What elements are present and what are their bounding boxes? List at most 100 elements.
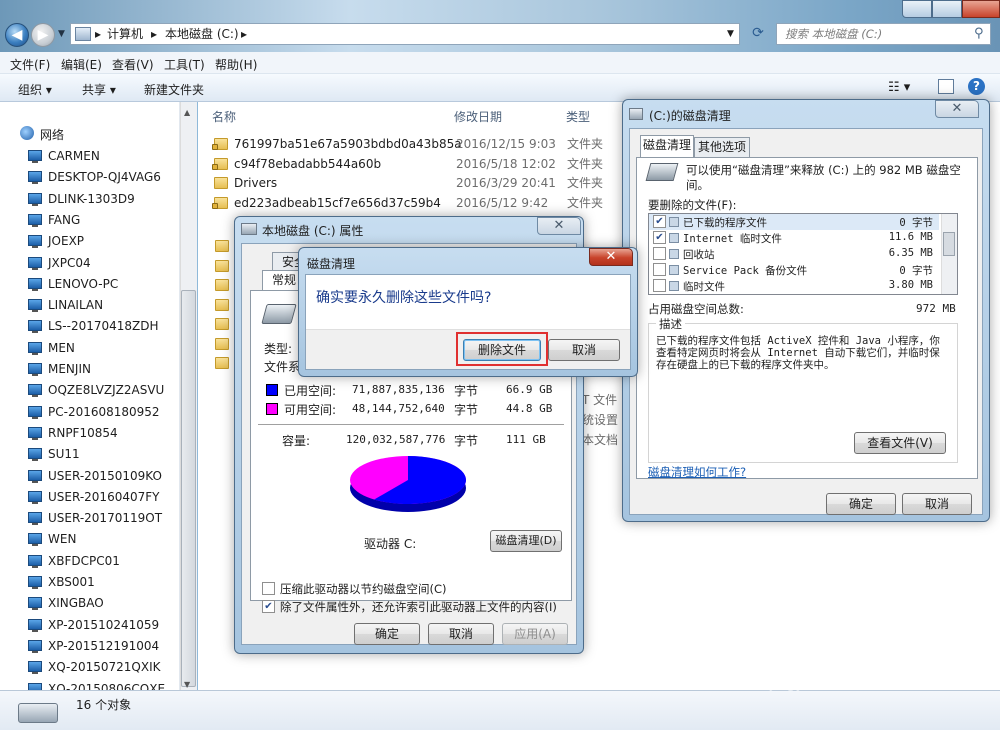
tab-disk-cleanup[interactable]: 磁盘清理 [640, 135, 694, 157]
help-icon[interactable]: ? [968, 78, 985, 95]
preview-pane-icon[interactable] [938, 79, 954, 94]
share-button[interactable]: 共享 ▾ [82, 81, 116, 98]
cleanup-item-checkbox[interactable] [653, 263, 666, 276]
menu-help[interactable]: 帮助(H) [215, 56, 257, 73]
cancel-button[interactable]: 取消 [902, 493, 972, 515]
sidebar-item-label: USER-20150109KO [48, 468, 162, 483]
cleanup-item[interactable]: 回收站 6.35 MB [649, 246, 939, 262]
sidebar-item-computer[interactable]: LS--20170418ZDH [28, 316, 178, 336]
computer-icon [28, 405, 42, 419]
sidebar-item-computer[interactable]: MEN [28, 338, 178, 358]
cleanup-item[interactable]: Service Pack 备份文件 0 字节 [649, 262, 939, 278]
sidebar-item-computer[interactable]: MENJIN [28, 359, 178, 379]
file-type: 文件夹 [567, 176, 604, 190]
folder-icon [215, 240, 229, 252]
files-to-delete-list[interactable]: ✔ 已下载的程序文件 0 字节 ✔ Internet 临时文件 11.6 MB 回收站 6.3… [648, 213, 958, 295]
sidebar-item-computer[interactable]: USER-20150109KO [28, 466, 178, 486]
cancel-button[interactable]: 取消 [548, 339, 620, 361]
sidebar-item-label: MEN [48, 340, 75, 355]
nav-network[interactable]: 网络 [40, 126, 64, 143]
cleanup-item[interactable]: 临时文件 3.80 MB [649, 278, 939, 294]
sidebar-item-computer[interactable]: USER-20170119OT [28, 508, 178, 528]
new-folder-button[interactable]: 新建文件夹 [144, 81, 204, 98]
sidebar-item-computer[interactable]: XINGBAO [28, 593, 178, 613]
column-date[interactable]: 修改日期 [454, 108, 502, 125]
sidebar-item-computer[interactable]: JOEXP [28, 231, 178, 251]
cleanup-item-checkbox[interactable] [653, 279, 666, 292]
how-cleanup-works-link[interactable]: 磁盘清理如何工作? [648, 464, 746, 480]
forward-button[interactable]: ▶ [31, 23, 55, 47]
close-icon[interactable]: ✕ [589, 248, 633, 266]
cleanup-item[interactable]: ✔ 已下载的程序文件 0 字节 [649, 214, 939, 230]
sidebar-item-computer[interactable]: XBFDCPC01 [28, 551, 178, 571]
file-row[interactable]: ed223adbeab15cf7e656d37c59b4 2016/5/12 9:… [212, 193, 614, 213]
list-scroll-thumb[interactable] [943, 232, 955, 256]
apply-button[interactable]: 应用(A) [502, 623, 568, 645]
sidebar-item-computer[interactable]: XQ-20150721QXIK [28, 657, 178, 677]
index-checkbox[interactable]: ✔ [262, 600, 275, 613]
breadcrumb-computer[interactable]: 计算机 [107, 24, 143, 44]
file-name: ed223adbeab15cf7e656d37c59b4 [234, 195, 441, 210]
refresh-icon[interactable]: ⟳ [748, 25, 768, 43]
sidebar-item-computer[interactable]: WEN [28, 529, 178, 549]
sidebar-item-computer[interactable]: DESKTOP-QJ4VAG6 [28, 167, 178, 187]
sidebar-item-computer[interactable]: OQZE8LVZJZ2ASVU [28, 380, 178, 400]
recent-pages-icon[interactable]: ▼ [58, 29, 65, 39]
sidebar-item-computer[interactable]: LENOVO-PC [28, 274, 178, 294]
close-window-button[interactable] [962, 0, 1000, 18]
delete-files-button[interactable]: 删除文件 [463, 339, 541, 361]
address-bar[interactable]: ▸ 计算机 ▸ 本地磁盘 (C:) ▸ ▼ [70, 23, 740, 45]
sidebar-item-computer[interactable]: USER-20160407FY [28, 487, 178, 507]
sidebar-item-computer[interactable]: LINAILAN [28, 295, 178, 315]
cleanup-item-checkbox[interactable] [653, 247, 666, 260]
scroll-up-icon[interactable]: ▲ [184, 108, 190, 117]
sidebar-item-computer[interactable]: CARMEN [28, 146, 178, 166]
menu-view[interactable]: 查看(V) [112, 56, 154, 73]
sidebar-item-computer[interactable]: FANG [28, 210, 178, 230]
computer-icon [28, 512, 42, 526]
minimize-button[interactable] [902, 0, 932, 18]
confirm-body: 确实要永久删除这些文件吗? 删除文件 取消 [305, 274, 631, 370]
sidebar-item-computer[interactable]: XBS001 [28, 572, 178, 592]
column-name[interactable]: 名称 [212, 108, 236, 125]
sidebar-item-computer[interactable]: XP-201512191004 [28, 636, 178, 656]
disk-cleanup-button[interactable]: 磁盘清理(D) [490, 530, 562, 552]
nav-scroll-thumb[interactable] [181, 290, 196, 687]
sidebar-item-computer[interactable]: XP-201510241059 [28, 615, 178, 635]
ok-button[interactable]: 确定 [354, 623, 420, 645]
list-scrollbar[interactable] [941, 214, 957, 294]
cleanup-item-checkbox[interactable]: ✔ [653, 231, 666, 244]
column-type[interactable]: 类型 [566, 108, 590, 125]
file-row[interactable]: Drivers 2016/3/29 20:41 文件夹 [214, 173, 614, 193]
file-row[interactable]: c94f78ebadabb544a60b 2016/5/18 12:02 文件夹 [212, 154, 614, 174]
back-button[interactable]: ◀ [5, 23, 29, 47]
file-row[interactable]: 761997ba51e67a5903bdbd0a43b85a 2016/12/15… [212, 134, 614, 154]
sidebar-item-label: USER-20170119OT [48, 511, 163, 526]
menu-file[interactable]: 文件(F) [10, 56, 50, 73]
menu-edit[interactable]: 编辑(E) [61, 56, 102, 73]
scroll-down-icon[interactable]: ▼ [184, 680, 190, 689]
breadcrumb-drive[interactable]: 本地磁盘 (C:) [165, 24, 239, 44]
compress-checkbox[interactable] [262, 582, 275, 595]
maximize-button[interactable] [932, 0, 962, 18]
view-options-icon[interactable]: ☷ ▾ [888, 80, 910, 95]
cleanup-item-checkbox[interactable]: ✔ [653, 215, 666, 228]
used-unit: 字节 [454, 384, 479, 398]
sidebar-item-computer[interactable]: RNPF10854 [28, 423, 178, 443]
sidebar-item-computer[interactable]: JXPC04 [28, 253, 178, 273]
cleanup-item[interactable]: ✔ Internet 临时文件 11.6 MB [649, 230, 939, 246]
sidebar-item-computer[interactable]: DLINK-1303D9 [28, 189, 178, 209]
organize-button[interactable]: 组织 ▾ [18, 81, 52, 98]
close-icon[interactable]: ✕ [537, 217, 581, 235]
sidebar-item-computer[interactable]: SU11 [28, 444, 178, 464]
view-files-button[interactable]: 查看文件(V) [854, 432, 946, 454]
search-input[interactable]: 搜索 本地磁盘 (C:) [776, 23, 991, 45]
tab-more-options[interactable]: 其他选项 [694, 137, 750, 157]
menu-tools[interactable]: 工具(T) [164, 56, 205, 73]
ok-button[interactable]: 确定 [826, 493, 896, 515]
close-icon[interactable]: ✕ [935, 100, 979, 118]
sidebar-item-computer[interactable]: PC-201608180952 [28, 402, 178, 422]
address-dropdown-icon[interactable]: ▼ [727, 24, 734, 44]
cancel-button[interactable]: 取消 [428, 623, 494, 645]
lock-icon [212, 163, 218, 170]
